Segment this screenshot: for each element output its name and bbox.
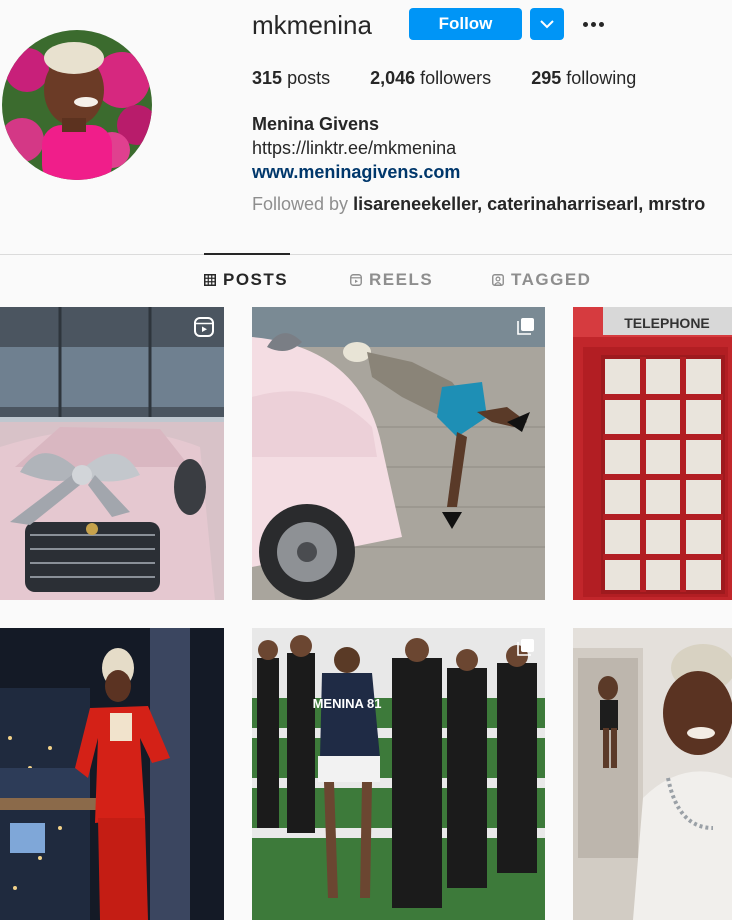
reel-icon: [194, 317, 214, 337]
more-dot: [582, 21, 588, 27]
following-count: 295: [531, 68, 562, 88]
tabs-divider: [0, 254, 732, 255]
tab-reels[interactable]: REELS: [350, 270, 433, 290]
suggested-dropdown-button[interactable]: [530, 8, 564, 40]
more-dot: [590, 21, 596, 27]
followed-by-names: lisareneekeller, caterinaharrisearl, mrs…: [353, 194, 706, 214]
chevron-down-icon: [540, 20, 554, 29]
profile-full-name: Menina Givens: [252, 114, 380, 134]
posts-count: 315: [252, 68, 283, 88]
posts-label: posts: [287, 68, 331, 88]
post-tile-5[interactable]: MENINA 81: [252, 628, 545, 920]
reels-icon: [350, 274, 362, 286]
tagged-icon: [492, 274, 504, 286]
post-image: [0, 307, 224, 600]
profile-stats: 315 posts 2,046 followers 295 following: [252, 68, 676, 89]
followers-stat[interactable]: 2,046 followers: [370, 68, 491, 89]
profile-avatar[interactable]: [2, 30, 152, 180]
carousel-icon: [517, 318, 534, 335]
tab-tagged-label: TAGGED: [511, 270, 592, 289]
tab-tagged[interactable]: TAGGED: [492, 270, 591, 290]
post-tile-6[interactable]: [573, 628, 732, 920]
post-image: TELEPHONE: [573, 307, 732, 600]
followers-label: followers: [420, 68, 492, 88]
post-image: [252, 307, 545, 600]
followers-count: 2,046: [370, 68, 416, 88]
tab-posts[interactable]: POSTS: [204, 270, 288, 290]
post-image: MENINA 81: [252, 628, 545, 920]
jersey-text: MENINA 81: [313, 696, 382, 711]
post-image: [0, 628, 224, 920]
more-dot: [598, 21, 604, 27]
telephone-sign: TELEPHONE: [624, 315, 710, 331]
followed-by[interactable]: Followed by lisareneekeller, caterinahar…: [252, 194, 705, 215]
follow-button[interactable]: Follow: [409, 8, 522, 40]
posts-stat: 315 posts: [252, 68, 330, 89]
followed-by-prefix: Followed by: [252, 194, 349, 214]
profile-username: mkmenina: [252, 10, 372, 40]
post-tile-3[interactable]: TELEPHONE: [573, 307, 732, 600]
post-image: [573, 628, 732, 920]
post-tile-4[interactable]: [0, 628, 224, 920]
post-tile-1[interactable]: [0, 307, 224, 600]
following-stat[interactable]: 295 following: [531, 68, 636, 89]
post-tile-2[interactable]: [252, 307, 545, 600]
grid-icon: [204, 274, 216, 286]
more-options-button[interactable]: [578, 12, 608, 36]
tab-posts-label: POSTS: [223, 270, 289, 289]
following-label: following: [566, 68, 637, 88]
active-tab-indicator: [204, 253, 290, 255]
profile-bio-link-text: https://linktr.ee/mkmenina: [252, 138, 457, 158]
tab-reels-label: REELS: [369, 270, 434, 289]
profile-website-link[interactable]: www.meninagivens.com: [252, 162, 460, 183]
carousel-icon: [517, 639, 534, 656]
